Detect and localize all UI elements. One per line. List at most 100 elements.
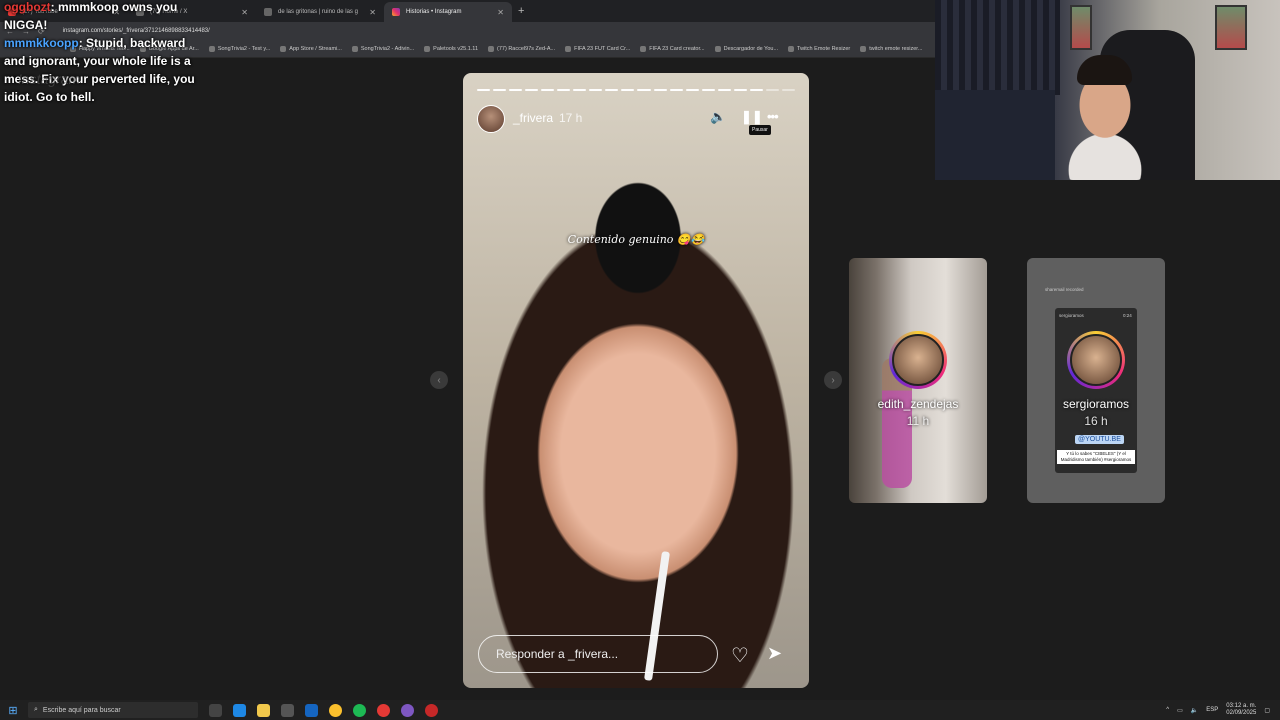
tab-instagram[interactable]: Historias • Instagram ✕ <box>384 2 512 22</box>
file-explorer-icon[interactable] <box>257 703 270 717</box>
clock-date: 02/09/2025 <box>1226 710 1257 716</box>
instagram-icon <box>392 8 400 16</box>
progress-segment <box>669 89 683 91</box>
close-icon[interactable]: ✕ <box>497 8 504 17</box>
bookmark-icon <box>565 45 572 52</box>
bookmark-icon <box>714 45 721 52</box>
story-viewer[interactable]: _frivera 17 h 🔈 ❚❚ ••• Pausar Contenido … <box>463 73 809 688</box>
taskbar: ⊞ ⌕ Escribe aquí para buscar ^ ▭ 🔈 ESP 03… <box>0 700 1280 720</box>
bookmark-icon <box>280 45 287 52</box>
preview-sticker-text: Y tú lo sabes "CIBELES" (Y el Madridismo… <box>1057 450 1135 464</box>
progress-segment <box>685 89 699 91</box>
notifications-icon[interactable]: ▢ <box>1264 707 1270 714</box>
chevron-up-icon[interactable]: ^ <box>1166 707 1169 713</box>
clock[interactable]: 03:12 a. m. 02/09/2025 <box>1226 703 1256 717</box>
system-tray: ^ ▭ 🔈 ESP 03:12 a. m. 02/09/2025 ▢ <box>1166 700 1270 720</box>
webcam-overlay <box>935 0 1280 180</box>
avatar <box>892 334 944 386</box>
progress-segment <box>605 89 619 91</box>
progress-segment <box>509 89 523 91</box>
task-view-icon[interactable] <box>209 703 222 717</box>
avatar[interactable] <box>477 105 505 133</box>
taskbar-search-placeholder: Escribe aquí para buscar <box>42 706 121 714</box>
store-icon[interactable] <box>281 703 294 717</box>
bookmark[interactable]: Descargador de You... <box>714 45 778 52</box>
progress-segment <box>637 89 651 91</box>
preview-time: 16 h <box>1084 414 1108 428</box>
volume-icon[interactable]: 🔈 <box>710 109 726 125</box>
reply-input[interactable]: Responder a _frivera... <box>478 635 718 673</box>
chevron-right-icon: › <box>831 374 835 386</box>
new-tab-button[interactable]: + <box>518 5 524 17</box>
app-icon[interactable] <box>401 703 414 717</box>
reply-placeholder: Responder a _frivera... <box>496 647 619 661</box>
instagram-logo: Instagram <box>18 71 81 87</box>
volume-icon[interactable]: 🔈 <box>1191 707 1198 714</box>
bookmark[interactable]: FIFA 23 Card creator... <box>640 45 705 52</box>
progress-segment <box>573 89 587 91</box>
pause-tooltip: Pausar <box>749 125 771 135</box>
tab-gritonas[interactable]: de las gritonas | ruino de las g ✕ <box>256 2 384 22</box>
bookmark-icon <box>424 45 431 52</box>
chevron-left-icon: ‹ <box>437 374 441 386</box>
page-icon <box>264 8 272 16</box>
bookmark[interactable]: Twitch Emote Resizer <box>788 45 850 52</box>
mail-icon[interactable] <box>305 703 318 717</box>
edge-icon[interactable] <box>233 703 246 717</box>
progress-segment <box>717 89 731 91</box>
progress-segment <box>525 89 539 91</box>
network-icon[interactable]: ▭ <box>1177 707 1183 714</box>
taskbar-search[interactable]: ⌕ Escribe aquí para buscar <box>28 702 198 718</box>
chrome-icon[interactable] <box>329 703 342 717</box>
close-icon[interactable]: ✕ <box>369 8 376 17</box>
bookmark[interactable]: SongTrivia2 - Test y... <box>208 45 270 52</box>
app-icon[interactable] <box>377 703 390 717</box>
bookmark-icon <box>788 45 795 52</box>
bookmark[interactable]: twitch emote resizer... <box>860 45 922 52</box>
language-indicator[interactable]: ESP <box>1206 707 1218 713</box>
tab-label: Historias • Instagram <box>406 9 462 15</box>
bookmark[interactable]: (77) Raccel97s Zed-A... <box>488 45 555 52</box>
bookmark-icon <box>860 45 867 52</box>
webcam-background <box>935 90 1055 180</box>
pause-icon[interactable]: ❚❚ <box>741 109 763 125</box>
preview-time: 11 h <box>906 414 930 428</box>
webcam-poster <box>1215 5 1247 50</box>
progress-segment <box>621 89 635 91</box>
windows-start-icon[interactable]: ⊞ <box>4 704 22 717</box>
chat-username: mmmkkoopp <box>4 36 79 50</box>
stream-chat-overlay: oggbozt: mmmkoop owns you NIGGA! mmmkkoo… <box>4 0 204 106</box>
bookmark[interactable]: FIFA 23 FUT Card Cr... <box>565 45 630 52</box>
story-time: 17 h <box>559 111 583 125</box>
progress-segment <box>749 89 763 91</box>
progress-segment <box>477 89 491 91</box>
preview-header: sharemail recorded <box>1045 287 1084 292</box>
close-icon[interactable]: ✕ <box>241 8 248 17</box>
progress-segment <box>541 89 555 91</box>
spotify-icon[interactable] <box>353 703 366 717</box>
next-story-button[interactable]: › <box>824 371 842 389</box>
app-icon[interactable] <box>425 703 438 717</box>
progress-segment <box>557 89 571 91</box>
bookmark-icon <box>208 45 215 52</box>
story-username[interactable]: _frivera <box>513 111 553 125</box>
link-badge: @YOUTU.BE <box>1075 435 1124 444</box>
previous-story-button[interactable]: ‹ <box>430 371 448 389</box>
tab-label: de las gritonas | ruino de las g <box>278 9 358 15</box>
progress-segment <box>781 89 795 91</box>
bookmark[interactable]: Paletools v25.1.11 <box>424 45 478 52</box>
webcam-background <box>935 0 1060 95</box>
preview-username: edith_zendejas <box>877 397 959 411</box>
story-preview-card[interactable]: sharemail recorded sergioramos 0:24 serg… <box>1027 258 1165 503</box>
send-icon[interactable]: ➤ <box>767 643 782 664</box>
more-options-icon[interactable]: ••• <box>767 109 779 124</box>
preview-inner-time: 0:24 <box>1123 313 1132 318</box>
chat-message: oggbozt: mmmkoop owns you NIGGA! <box>4 0 204 34</box>
bookmark[interactable]: App Store / Streami... <box>280 45 342 52</box>
avatar-ring <box>1067 331 1125 389</box>
progress-segment <box>765 89 779 91</box>
heart-icon[interactable]: ♡ <box>731 643 749 668</box>
progress-segment <box>653 89 667 91</box>
story-preview-card[interactable]: edith_zendejas 11 h <box>849 258 987 503</box>
bookmark[interactable]: SongTrivia2 - Adivin... <box>351 45 414 52</box>
